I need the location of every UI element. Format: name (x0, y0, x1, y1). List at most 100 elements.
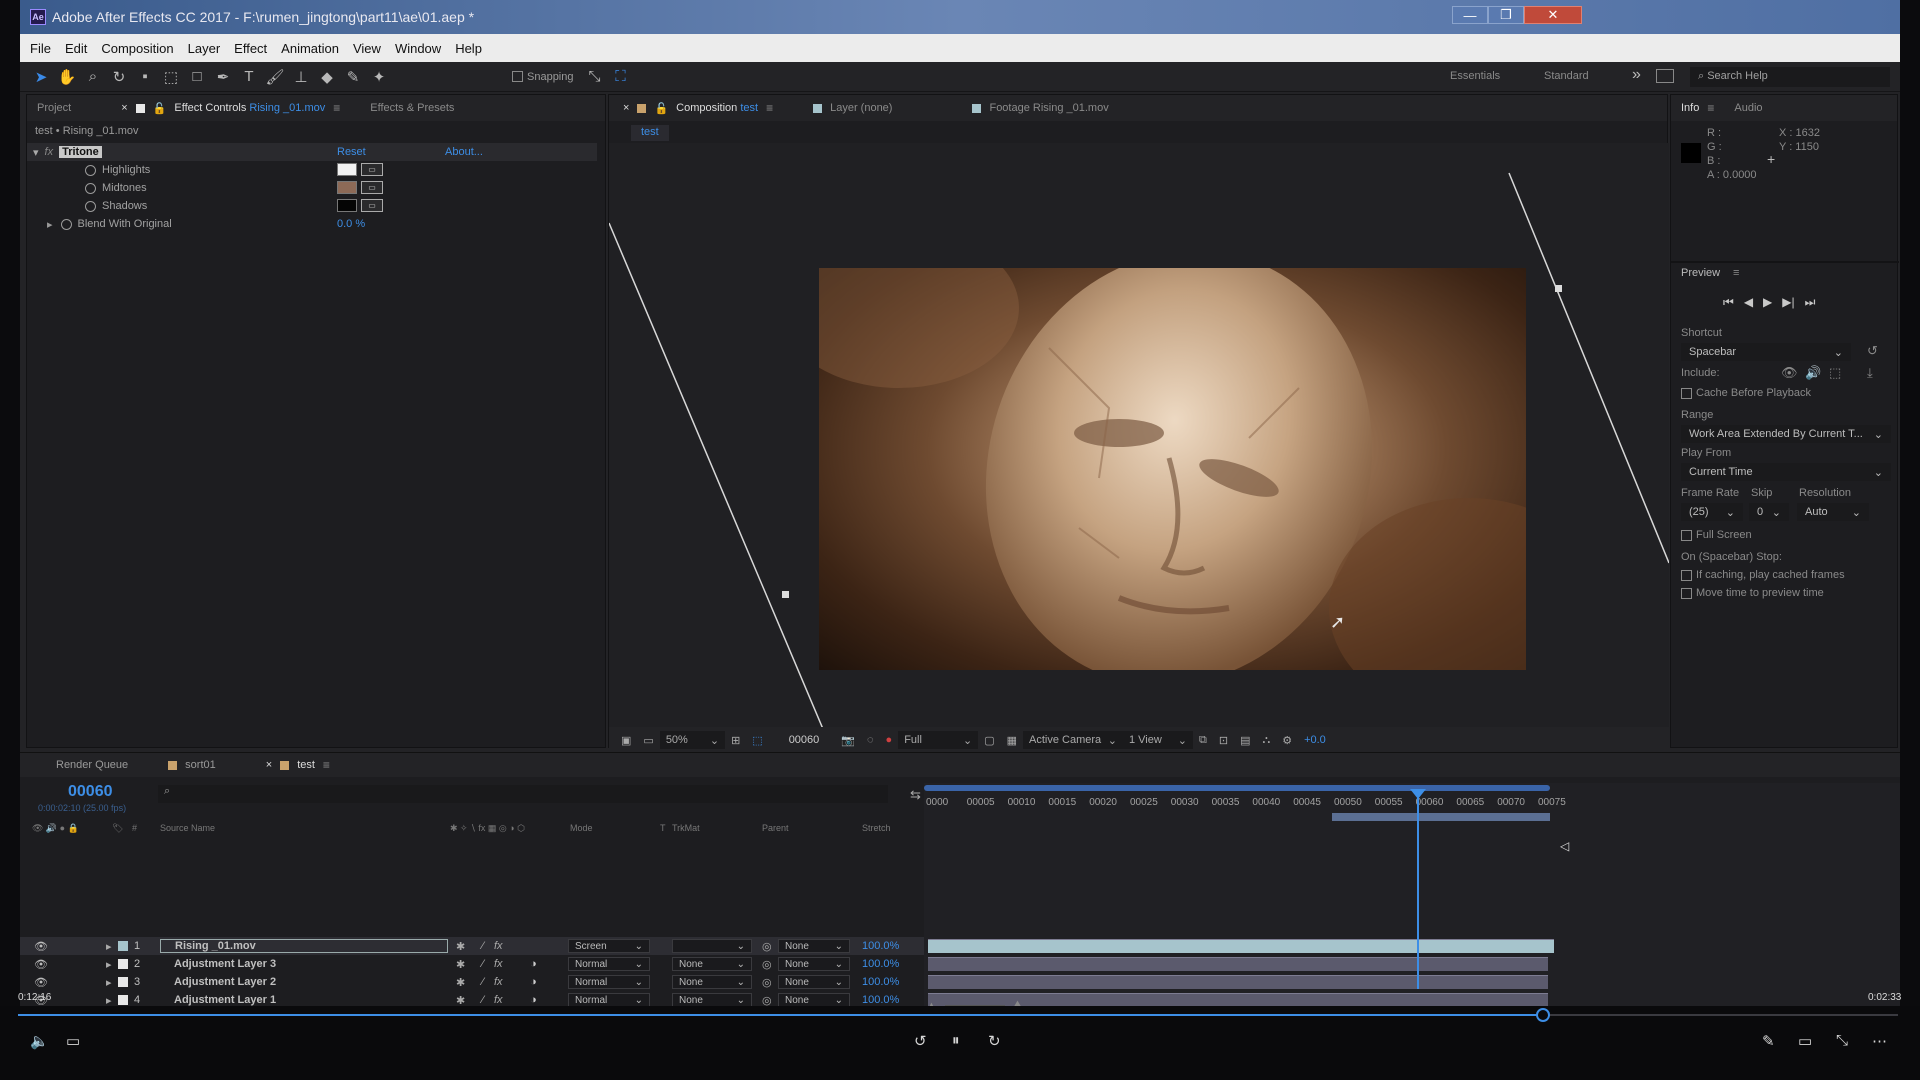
stretch-value[interactable]: 100.0% (862, 939, 899, 953)
tab-info[interactable]: Info ≡ (1671, 95, 1724, 121)
lock-icon[interactable]: 🔓 (153, 102, 167, 115)
adjustment-switch-icon[interactable]: ◑ (530, 975, 537, 989)
resolution-dropdown[interactable]: Full ⌄ (898, 731, 979, 749)
menu-view[interactable]: View (353, 41, 381, 56)
puppet-tool-icon[interactable]: ✦ (366, 65, 392, 89)
close-tab-icon[interactable]: × (266, 759, 272, 771)
layer-name[interactable]: Rising _01.mov (160, 939, 448, 953)
shadows-color-swatch[interactable] (337, 199, 357, 212)
parent-dropdown[interactable]: None ⌄ (778, 957, 850, 971)
minimize-button[interactable]: — (1452, 6, 1488, 24)
reset-icon[interactable]: ↺ (1867, 343, 1878, 359)
exit-fullscreen-icon[interactable]: ⤡ (1836, 1032, 1848, 1049)
mode-dropdown[interactable]: Normal ⌄ (568, 975, 650, 989)
parent-dropdown[interactable]: None ⌄ (778, 993, 850, 1007)
cache-before-playback-option[interactable]: Cache Before Playback (1681, 387, 1811, 399)
menu-composition[interactable]: Composition (101, 41, 173, 56)
trkmat-dropdown[interactable]: ⌄ (672, 939, 752, 953)
play-icon[interactable]: ▶ (1763, 295, 1772, 310)
adjustment-switch-icon[interactable]: ◑ (530, 957, 537, 971)
fast-previews-icon[interactable]: ⊡ (1213, 734, 1234, 747)
zoom-tool-icon[interactable]: ⌕ (80, 65, 106, 89)
tab-footage[interactable]: Footage Rising _01.mov (962, 95, 1118, 121)
menu-animation[interactable]: Animation (281, 41, 339, 56)
time-navigator-bar[interactable] (924, 785, 1550, 791)
last-frame-icon[interactable]: ⏭ (1805, 295, 1816, 310)
layer-name[interactable]: Adjustment Layer 1 (160, 993, 448, 1007)
trkmat-dropdown[interactable]: None ⌄ (672, 993, 752, 1007)
twirl-right-icon[interactable]: ▸ (106, 939, 112, 953)
rewind-10-icon[interactable]: ↺ (914, 1032, 927, 1050)
workspace-essentials[interactable]: Essentials (1450, 70, 1500, 82)
quality-switch-icon[interactable]: ⁄ (482, 939, 484, 953)
captions-icon[interactable]: ▭ (66, 1032, 80, 1050)
brush-tool-icon[interactable]: 🖌 (262, 65, 288, 89)
stretch-value[interactable]: 100.0% (862, 993, 899, 1007)
region-icon[interactable]: ▢ (978, 734, 1000, 747)
about-link[interactable]: About... (445, 146, 483, 158)
view-layout-dropdown[interactable]: 1 View ⌄ (1123, 731, 1193, 749)
tab-sort01[interactable]: sort01 (158, 752, 226, 778)
twirl-right-icon[interactable]: ▸ (47, 218, 53, 231)
effect-switch-icon[interactable]: fx (494, 975, 503, 989)
close-button[interactable]: ✕ (1524, 6, 1582, 24)
hand-tool-icon[interactable]: ✋ (54, 65, 80, 89)
panel-menu-icon[interactable]: ≡ (1707, 101, 1714, 115)
snapshot-icon[interactable]: 📷 (835, 734, 861, 747)
layer-name[interactable]: Adjustment Layer 2 (160, 975, 448, 989)
snap-edges-icon[interactable]: ⛶ (608, 65, 634, 89)
close-tab-icon[interactable]: × (121, 102, 127, 114)
mode-dropdown[interactable]: Screen ⌄ (568, 939, 650, 953)
eyedropper-icon[interactable]: ▭ (361, 163, 383, 176)
first-frame-icon[interactable]: ⏮ (1723, 295, 1734, 310)
current-time-indicator[interactable] (1417, 789, 1419, 989)
label-color-swatch[interactable] (118, 977, 128, 987)
full-screen-option[interactable]: Full Screen (1681, 529, 1752, 541)
motion-path-vertex-right[interactable] (1555, 285, 1562, 292)
mode-dropdown[interactable]: Normal ⌄ (568, 993, 650, 1007)
layer-duration-bar[interactable] (928, 957, 1548, 971)
label-color-swatch[interactable] (118, 941, 128, 951)
visibility-eye-icon[interactable]: 👁 (34, 975, 48, 989)
twirl-right-icon[interactable]: ▸ (106, 993, 112, 1007)
tab-layer[interactable]: Layer (none) (803, 95, 902, 121)
shy-switch-icon[interactable]: ✱ (456, 975, 465, 989)
checkbox[interactable] (1681, 569, 1692, 581)
checkbox[interactable] (1681, 587, 1692, 599)
tab-composition[interactable]: × 🔓 Composition test ≡ (613, 95, 783, 121)
blend-value[interactable]: 0.0 % (337, 218, 365, 230)
more-workspaces-button[interactable]: » (1632, 66, 1641, 84)
comp-mini-flowchart-icon[interactable]: ⇆ (910, 787, 921, 803)
fx-toggle[interactable]: fx (45, 146, 54, 158)
roto-brush-tool-icon[interactable]: ✎ (340, 65, 366, 89)
resolution-dropdown[interactable]: Auto ⌄ (1797, 503, 1869, 521)
pause-icon[interactable]: ⏸ (952, 1032, 960, 1049)
snapping-checkbox[interactable] (512, 71, 523, 82)
stretch-value[interactable]: 100.0% (862, 957, 899, 971)
previous-frame-icon[interactable]: ◀ (1744, 295, 1753, 310)
workspace-panel-icon[interactable] (1656, 69, 1674, 83)
snap-options-icon[interactable]: ⤡ (582, 65, 608, 89)
playhead-icon[interactable] (1410, 789, 1426, 799)
pick-whip-icon[interactable]: ◎ (762, 957, 772, 971)
tab-test[interactable]: × test ≡ (256, 752, 340, 778)
adjustment-switch-icon[interactable]: ◑ (530, 993, 537, 1007)
maximize-button[interactable]: ❐ (1488, 6, 1524, 24)
label-color-swatch[interactable] (118, 995, 128, 1005)
play-from-dropdown[interactable]: Current Time ⌄ (1681, 463, 1891, 481)
trkmat-dropdown[interactable]: None ⌄ (672, 975, 752, 989)
channel-icon[interactable]: ● (880, 734, 899, 746)
stopwatch-icon[interactable] (60, 218, 72, 230)
quality-switch-icon[interactable]: ⁄ (482, 957, 484, 971)
comp-flow-tab[interactable]: test (631, 125, 669, 141)
quality-switch-icon[interactable]: ⁄ (482, 993, 484, 1007)
include-video-icon[interactable]: 👁 (1781, 365, 1798, 381)
stopwatch-icon[interactable] (85, 200, 96, 212)
search-help-field[interactable]: ⌕ Search Help (1690, 67, 1890, 87)
monitor-icon[interactable]: ▭ (637, 734, 659, 747)
menu-window[interactable]: Window (395, 41, 441, 56)
twirl-down-icon[interactable]: ▾ (33, 146, 39, 159)
reset-link[interactable]: Reset (337, 146, 366, 158)
text-tool-icon[interactable]: T (236, 65, 262, 89)
lock-icon[interactable]: 🔓 (654, 102, 668, 115)
